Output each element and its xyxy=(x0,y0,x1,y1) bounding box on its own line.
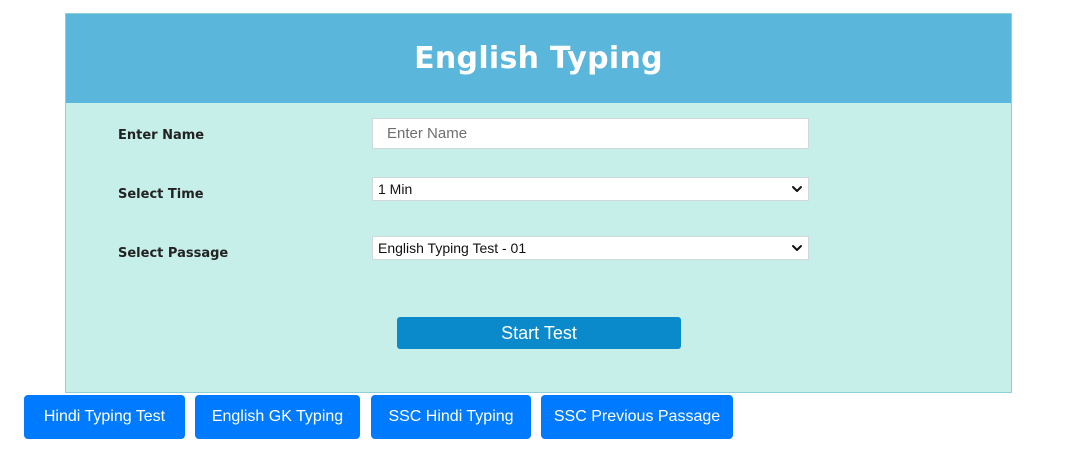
time-select[interactable]: 1 Min xyxy=(372,177,809,201)
hindi-typing-test-button[interactable]: Hindi Typing Test xyxy=(24,395,185,439)
passage-label: Select Passage xyxy=(118,246,229,261)
passage-select-value: English Typing Test - 01 xyxy=(378,240,527,256)
name-input[interactable] xyxy=(372,118,809,149)
chevron-down-icon xyxy=(792,186,802,192)
time-select-value: 1 Min xyxy=(378,181,413,197)
english-gk-typing-button[interactable]: English GK Typing xyxy=(195,395,360,439)
page-title: English Typing xyxy=(414,41,663,76)
card-header: English Typing xyxy=(66,14,1011,103)
ssc-previous-passage-button[interactable]: SSC Previous Passage xyxy=(541,395,733,439)
passage-select[interactable]: English Typing Test - 01 xyxy=(372,236,809,260)
name-label: Enter Name xyxy=(118,128,205,143)
ssc-hindi-typing-button[interactable]: SSC Hindi Typing xyxy=(371,395,531,439)
start-test-button[interactable]: Start Test xyxy=(397,317,681,349)
chevron-down-icon xyxy=(792,245,802,251)
typing-setup-card: English Typing Enter Name Select Time 1 … xyxy=(65,13,1012,393)
time-label: Select Time xyxy=(118,187,204,202)
